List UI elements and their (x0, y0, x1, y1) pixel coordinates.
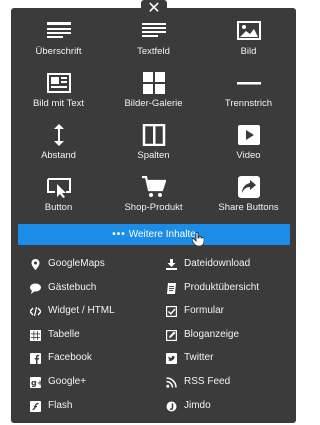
heading-icon (47, 22, 71, 38)
list-item-rss-feed[interactable]: RSS Feed (166, 374, 306, 398)
more-content-label: Weitere Inhalte (128, 229, 196, 240)
code-icon (30, 307, 41, 317)
list-item-guestbook[interactable]: Gästebuch (30, 280, 170, 304)
more-content-list-left: GoogleMaps Gästebuch Widget / HTML Tabel… (30, 256, 170, 421)
list-item-label: Google+ (48, 375, 87, 387)
list-item-label: Tabelle (48, 328, 80, 340)
twitter-icon (166, 353, 177, 365)
tile-label: Video (236, 150, 261, 161)
facebook-icon (30, 353, 41, 365)
list-item-label: RSS Feed (184, 375, 231, 387)
hand-cursor-icon (192, 232, 204, 246)
list-item-twitter[interactable]: Twitter (166, 350, 306, 374)
list-item-label: Gästebuch (48, 281, 97, 293)
tile-label: Bild mit Text (32, 98, 85, 109)
shopping-cart-icon (142, 176, 166, 197)
tile-divider[interactable]: Trennstrich (201, 66, 296, 116)
columns-icon (142, 124, 166, 146)
list-item-label: Widget / HTML (48, 305, 115, 317)
tile-label: Abstand (41, 150, 76, 161)
tile-label: Überschrift (35, 46, 82, 57)
tile-label: Button (44, 202, 73, 213)
dots-icon: ••• (112, 229, 126, 240)
list-item-label: Produktübersicht (184, 281, 260, 293)
tile-textfield[interactable]: Textfeld (106, 14, 201, 64)
tile-shop-product[interactable]: Shop-Produkt (106, 170, 201, 220)
blog-icon (166, 329, 177, 341)
catalog-icon (167, 282, 176, 294)
list-item-label: Jimdo (184, 399, 211, 411)
tile-label: Textfeld (137, 46, 170, 57)
list-item-googlemaps[interactable]: GoogleMaps (30, 256, 170, 280)
google-plus-icon: g+ (30, 376, 41, 388)
image-with-text-icon (47, 73, 71, 93)
tile-heading[interactable]: Überschrift (11, 14, 106, 64)
tile-columns[interactable]: Spalten (106, 118, 201, 168)
spacing-icon (54, 124, 64, 146)
button-icon (47, 178, 71, 198)
text-field-icon (142, 23, 166, 37)
list-item-label: Dateidownload (184, 258, 251, 269)
tile-share-buttons[interactable]: Share Buttons (201, 170, 296, 220)
tile-gallery[interactable]: Bilder-Galerie (106, 66, 201, 116)
list-item-google-plus[interactable]: g+ Google+ (30, 374, 170, 398)
list-item-label: Twitter (184, 352, 214, 364)
tile-label: Share Buttons (218, 202, 279, 213)
list-item-file-download[interactable]: Dateidownload (166, 256, 306, 280)
gallery-icon (143, 72, 165, 94)
list-item-form[interactable]: Formular (166, 303, 306, 327)
tile-label: Shop-Produkt (124, 202, 183, 213)
list-item-widget-html[interactable]: Widget / HTML (30, 303, 170, 327)
download-icon (166, 259, 177, 270)
more-content-button[interactable]: ••• Weitere Inhalte (18, 224, 290, 245)
table-icon (30, 329, 41, 341)
tile-label: Bilder-Galerie (124, 98, 183, 109)
speech-bubble-icon (30, 283, 41, 294)
list-item-table[interactable]: Tabelle (30, 327, 170, 351)
list-item-label: GoogleMaps (48, 258, 105, 269)
divider-icon (237, 82, 261, 85)
image-icon (237, 21, 261, 40)
list-item-label: Flash (48, 399, 73, 411)
list-item-label: Bloganzeige (184, 328, 240, 340)
tile-label: Spalten (137, 150, 170, 161)
list-item-facebook[interactable]: Facebook (30, 350, 170, 374)
tile-button[interactable]: Button (11, 170, 106, 220)
rss-icon (166, 377, 177, 388)
video-icon (238, 125, 260, 145)
share-icon (238, 176, 260, 198)
list-item-product-overview[interactable]: Produktübersicht (166, 280, 306, 304)
tile-spacing[interactable]: Abstand (11, 118, 106, 168)
tile-image[interactable]: Bild (201, 14, 296, 64)
more-content-list-right: Dateidownload Produktübersicht Formular … (166, 256, 306, 421)
map-pin-icon (31, 259, 40, 270)
tile-label: Trennstrich (224, 98, 273, 109)
list-item-flash[interactable]: Flash (30, 398, 170, 422)
tile-video[interactable]: Video (201, 118, 296, 168)
list-item-blog-display[interactable]: Bloganzeige (166, 327, 306, 351)
svg-text:g+: g+ (31, 378, 41, 387)
flash-icon (30, 400, 41, 412)
list-item-label: Facebook (48, 352, 92, 364)
form-icon (166, 306, 177, 318)
list-item-label: Formular (184, 305, 225, 317)
tile-label: Bild (240, 46, 257, 57)
jimdo-icon (166, 401, 177, 412)
tile-image-with-text[interactable]: Bild mit Text (11, 66, 106, 116)
list-item-jimdo[interactable]: Jimdo (166, 398, 306, 422)
